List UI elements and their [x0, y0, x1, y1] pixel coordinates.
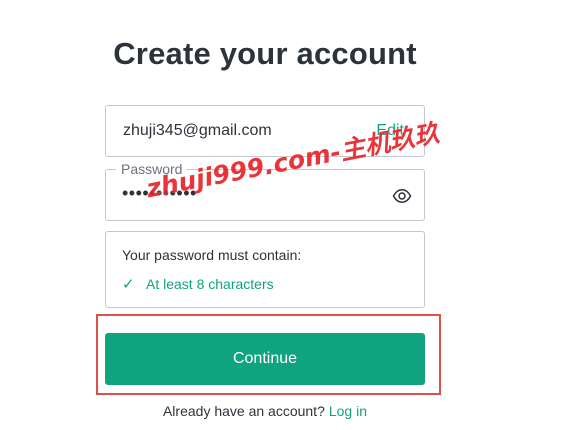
password-requirements: Your password must contain: ✓ At least 8…: [105, 231, 425, 308]
page-title: Create your account: [113, 36, 417, 71]
edit-email-link[interactable]: Edit: [376, 122, 404, 140]
login-prompt: Already have an account?: [162, 403, 325, 419]
email-field[interactable]: zhuji345@gmail.com Edit: [105, 105, 425, 157]
continue-button[interactable]: Continue: [105, 333, 425, 385]
requirements-title: Your password must contain:: [122, 247, 302, 263]
requirement-text: At least 8 characters: [146, 276, 274, 292]
eye-icon[interactable]: [392, 186, 412, 206]
password-input[interactable]: •••••••••••: [122, 183, 197, 204]
password-label: Password: [116, 161, 188, 177]
requirement-item: ✓ At least 8 characters: [122, 275, 408, 293]
email-value: zhuji345@gmail.com: [123, 122, 272, 139]
check-icon: ✓: [122, 276, 135, 293]
login-link[interactable]: Log in: [329, 403, 367, 419]
password-field[interactable]: Password •••••••••••: [105, 161, 425, 221]
login-prompt-row: Already have an account? Log in: [0, 403, 530, 419]
